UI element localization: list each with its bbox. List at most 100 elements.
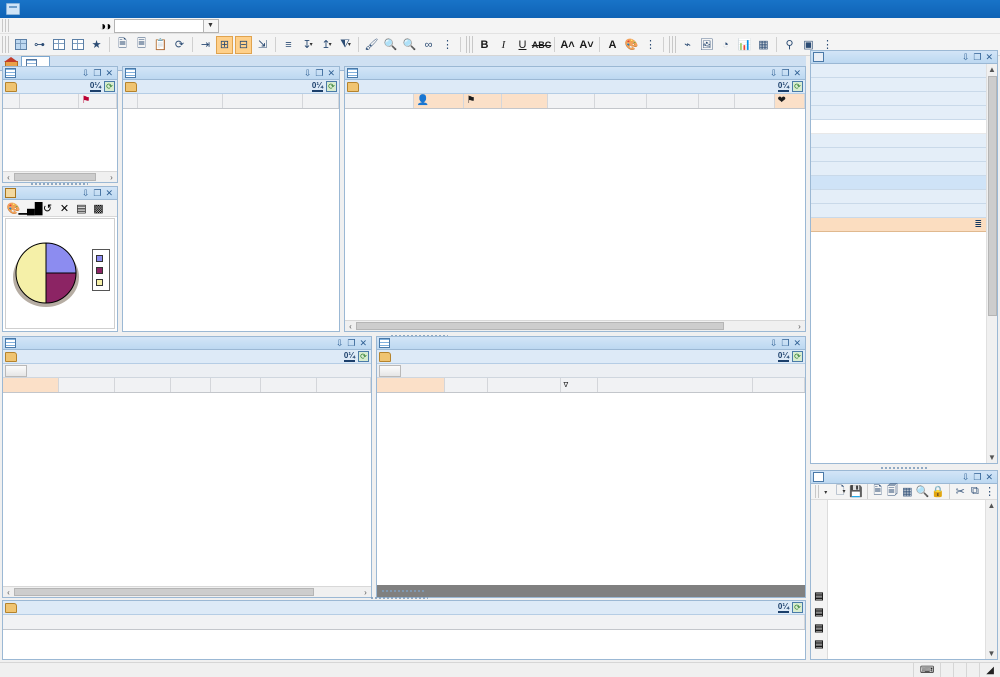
binoculars-icon[interactable]: ◑◑: [99, 19, 111, 33]
autosize-icon[interactable]: 0¼: [311, 81, 323, 92]
html-editor-content[interactable]: [828, 500, 985, 659]
books-maximize-icon[interactable]: ❐: [781, 68, 789, 79]
zoom-in-icon[interactable]: 🔍: [382, 36, 399, 54]
all-fields-sort-icon[interactable]: ≣: [974, 219, 982, 230]
reviewers-col-email[interactable]: [302, 94, 339, 109]
close-button[interactable]: [972, 0, 1000, 18]
grid-properties-icon[interactable]: [50, 36, 67, 54]
clipboard-icon[interactable]: 📋: [152, 36, 169, 54]
chart-maximize-icon[interactable]: ❐: [93, 188, 101, 199]
toolbar-grip-2[interactable]: [466, 36, 473, 53]
preview-icon[interactable]: 🗎: [114, 36, 131, 54]
followups-col-item[interactable]: [377, 378, 445, 393]
menu-view[interactable]: [33, 25, 45, 27]
bookreviews-col-done[interactable]: [260, 378, 317, 393]
status-resize-grip[interactable]: ◢: [980, 663, 1000, 677]
sort-descending-icon[interactable]: ↥ ▾: [318, 36, 335, 54]
maximize-button[interactable]: [944, 0, 972, 18]
binoculars-tool-icon[interactable]: ⚲: [781, 36, 798, 54]
editor-print-preview-icon[interactable]: 🗐: [886, 483, 899, 501]
chart-legend-icon[interactable]: ▤: [73, 201, 90, 216]
chart-bar-icon[interactable]: ▁▄█: [18, 201, 42, 216]
bookreviews-col-itemparent[interactable]: [3, 378, 59, 393]
editor-pin-icon[interactable]: ⇩: [962, 472, 970, 483]
filter-arrow-icon[interactable]: ⌁: [679, 36, 696, 54]
chart-close-icon[interactable]: ✕: [105, 188, 113, 199]
refresh-icon[interactable]: ⟳: [326, 81, 337, 92]
editor-save-icon[interactable]: 💾: [849, 483, 863, 501]
refresh-icon[interactable]: ⟳: [792, 351, 803, 362]
followups-col-notes[interactable]: [597, 378, 753, 393]
increase-font-icon[interactable]: A˄: [559, 36, 576, 54]
authors-pie-chart[interactable]: [5, 218, 115, 329]
pivot-icon[interactable]: ▦: [755, 36, 772, 54]
link-items-icon[interactable]: ⊶: [31, 36, 48, 54]
section-item-info[interactable]: [811, 64, 986, 78]
bookreviews-hscrollbar[interactable]: ‹ ›: [3, 586, 371, 597]
editor-copy-icon[interactable]: ⧉: [969, 483, 982, 501]
autosize-icon[interactable]: 0¼: [777, 602, 789, 613]
review-info-scroll-up-icon[interactable]: ▲: [988, 64, 996, 75]
fill-color-icon[interactable]: 🎨: [623, 36, 640, 54]
bold-icon[interactable]: B: [476, 36, 493, 54]
grid-copy-icon[interactable]: [69, 36, 86, 54]
chart-delete-icon[interactable]: ✕: [56, 201, 73, 216]
editor-align-justify-icon[interactable]: ▤: [814, 637, 823, 651]
review-info-maximize-icon[interactable]: ❐: [973, 52, 981, 63]
refresh-icon[interactable]: ⟳: [358, 351, 369, 362]
authors-col-country[interactable]: ⚑: [78, 94, 117, 109]
books-col-lateby[interactable]: [698, 94, 735, 109]
authors-hscrollbar[interactable]: ‹ ›: [3, 171, 117, 182]
authors-scroll-left-icon[interactable]: ‹: [3, 173, 14, 182]
menu-grid[interactable]: [45, 25, 57, 27]
autosize-icon[interactable]: 0¼: [89, 81, 101, 92]
followups-col-lateby[interactable]: ∇: [560, 378, 598, 393]
pie-chart-icon[interactable]: ◔: [717, 36, 734, 54]
autosize-icon[interactable]: 0¼: [777, 81, 789, 92]
menu-item[interactable]: [69, 25, 81, 27]
editor-scroll-up-icon[interactable]: ▲: [988, 500, 996, 511]
editor-scroll-down-icon[interactable]: ▼: [988, 648, 996, 659]
books-scroll-left-icon[interactable]: ‹: [345, 322, 356, 331]
authors-close-icon[interactable]: ✕: [105, 68, 113, 79]
toolbar-grip-1[interactable]: [2, 36, 9, 53]
bookreviews-col-followup[interactable]: [114, 378, 171, 393]
books-scroll-right-icon[interactable]: ›: [794, 322, 805, 331]
authors-maximize-icon[interactable]: ❐: [93, 68, 101, 79]
editor-page-setup-icon[interactable]: ▦: [901, 483, 914, 501]
omnibox-dropdown-icon[interactable]: ▼: [203, 18, 219, 33]
reviewers-maximize-icon[interactable]: ❐: [315, 68, 323, 79]
followups-splitter-grip[interactable]: [381, 589, 425, 593]
bookreviews-scroll-left-icon[interactable]: ‹: [3, 588, 14, 597]
bookreviews-col-datesent[interactable]: [58, 378, 115, 393]
books-col-item[interactable]: [345, 94, 414, 109]
authors-scroll-right-icon[interactable]: ›: [106, 173, 117, 182]
refresh-icon[interactable]: ⟳: [104, 81, 115, 92]
omnibox-input[interactable]: [113, 18, 204, 33]
reviewers-col-address[interactable]: [222, 94, 303, 109]
books-col-datesent[interactable]: [547, 94, 595, 109]
toolbar-overflow-1[interactable]: ⋮: [439, 36, 456, 54]
editor-toolbar-overflow[interactable]: ⋮: [983, 483, 996, 501]
sort-ascending-icon[interactable]: ↧ ▾: [299, 36, 316, 54]
editor-menu-button[interactable]: ▾: [820, 485, 833, 498]
editor-align-left-icon[interactable]: ▤: [814, 589, 823, 603]
all-fields-section[interactable]: ≣: [811, 218, 986, 232]
editor-new-icon[interactable]: 🗋 ▾: [834, 483, 847, 501]
editor-align-right-icon[interactable]: ▤: [814, 621, 823, 635]
editor-preview-icon[interactable]: 🗎: [871, 483, 884, 501]
editor-align-center-icon[interactable]: ▤: [814, 605, 823, 619]
group-chip-reviewer[interactable]: [5, 364, 27, 377]
books-col-rating[interactable]: ❤: [774, 94, 805, 109]
authors-splitter-grip[interactable]: [30, 182, 88, 186]
bookreviews-pin-icon[interactable]: ⇩: [336, 338, 344, 349]
autosize-icon[interactable]: 0¼: [777, 351, 789, 362]
review-info-pin-icon[interactable]: ⇩: [962, 52, 970, 63]
books-col-followup[interactable]: [646, 94, 699, 109]
section-item-properties[interactable]: [811, 78, 986, 92]
books-col-country[interactable]: ⚑: [463, 94, 502, 109]
books-hscrollbar[interactable]: ‹ ›: [345, 320, 805, 331]
toolbar-grip-3[interactable]: [669, 36, 676, 53]
books-col-author[interactable]: 👤: [413, 94, 464, 109]
minimize-button[interactable]: [916, 0, 944, 18]
